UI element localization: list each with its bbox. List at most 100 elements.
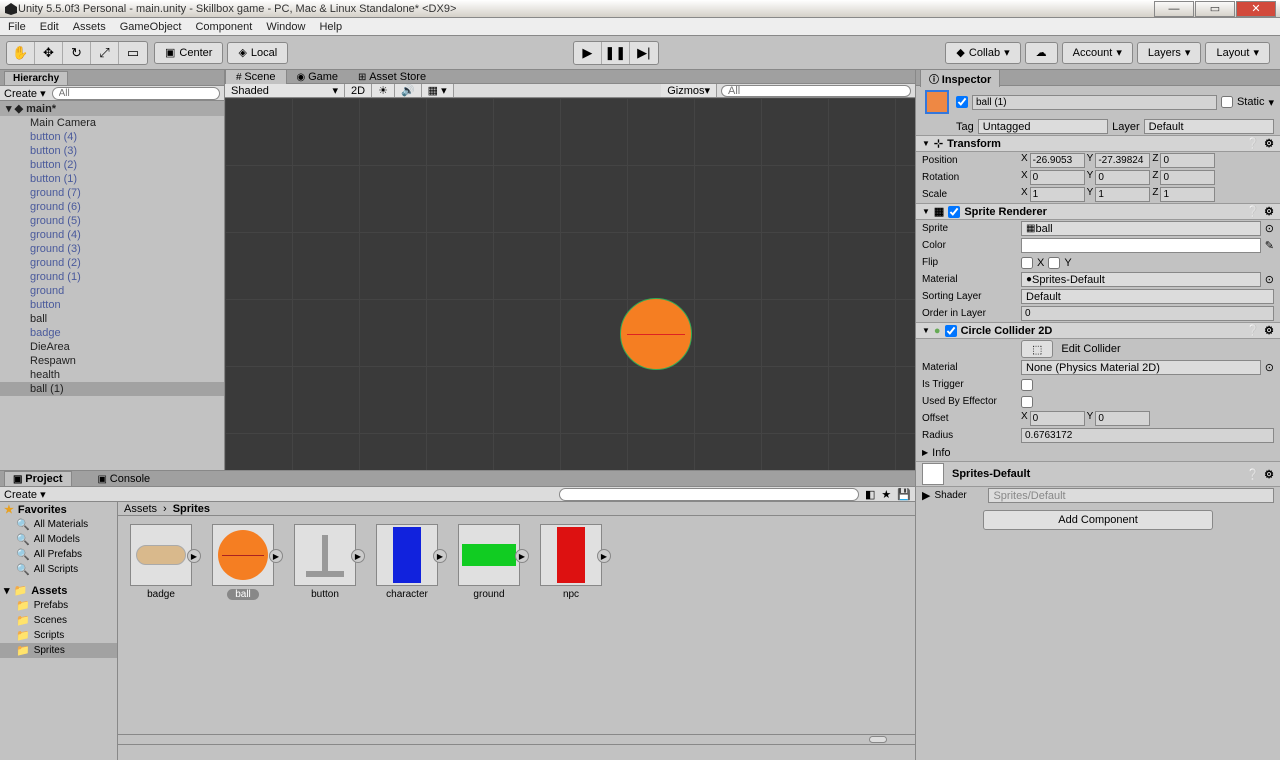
folder-item[interactable]: 📁Prefabs: [0, 598, 117, 613]
scale-z[interactable]: [1160, 187, 1215, 202]
menu-file[interactable]: File: [8, 21, 26, 33]
gameobject-active-checkbox[interactable]: [956, 96, 968, 108]
step-button[interactable]: ▶|: [630, 42, 658, 64]
inspector-tab[interactable]: ⓘ Inspector: [920, 70, 1000, 87]
sprite-renderer-header[interactable]: ▼▦Sprite Renderer❔⚙: [916, 203, 1280, 220]
favorite-item[interactable]: 🔍All Scripts: [0, 562, 117, 577]
scale-y[interactable]: [1095, 187, 1150, 202]
asset-thumbnail[interactable]: ▶ball: [208, 524, 278, 600]
layer-dropdown[interactable]: Default: [1144, 119, 1274, 134]
offset-x[interactable]: [1030, 411, 1085, 426]
star-filter-icon[interactable]: ★: [881, 488, 891, 501]
console-tab[interactable]: ▣ Console: [90, 472, 159, 486]
radius-input[interactable]: [1021, 428, 1274, 443]
scale-x[interactable]: [1030, 187, 1085, 202]
scene-object-ball[interactable]: [620, 298, 692, 370]
project-tab[interactable]: ▣ Project: [4, 471, 72, 486]
hand-tool[interactable]: ✋: [7, 42, 35, 64]
pivot-local-toggle[interactable]: ◈Local: [227, 42, 288, 64]
static-checkbox[interactable]: [1221, 96, 1233, 108]
game-tab[interactable]: ◉ Game: [287, 70, 348, 84]
asset-thumbnail[interactable]: ▶npc: [536, 524, 606, 600]
move-tool[interactable]: ✥: [35, 42, 63, 64]
project-search[interactable]: [559, 488, 859, 501]
hierarchy-item[interactable]: ball: [0, 312, 224, 326]
asset-store-tab[interactable]: ⊞ Asset Store: [348, 70, 436, 84]
add-component-button[interactable]: Add Component: [983, 510, 1213, 530]
edit-collider-button[interactable]: ⬚: [1021, 340, 1053, 358]
is-trigger-checkbox[interactable]: [1021, 379, 1033, 391]
offset-y[interactable]: [1095, 411, 1150, 426]
hierarchy-item[interactable]: Respawn: [0, 354, 224, 368]
asset-thumbnail[interactable]: ▶button: [290, 524, 360, 600]
menu-edit[interactable]: Edit: [40, 21, 59, 33]
folder-item[interactable]: 📁Scripts: [0, 628, 117, 643]
collider-enabled[interactable]: [945, 325, 957, 337]
expand-icon[interactable]: ▶: [515, 549, 529, 563]
asset-thumbnail[interactable]: ▶character: [372, 524, 442, 600]
object-picker-icon[interactable]: ⊙: [1265, 273, 1274, 286]
hierarchy-item[interactable]: button: [0, 298, 224, 312]
gear-icon[interactable]: ⚙: [1264, 324, 1274, 337]
pause-button[interactable]: ❚❚: [602, 42, 630, 64]
hierarchy-item[interactable]: DieArea: [0, 340, 224, 354]
info-foldout[interactable]: ▶Info: [916, 444, 1280, 461]
menu-gameobject[interactable]: GameObject: [120, 21, 182, 33]
rect-tool[interactable]: ▭: [119, 42, 147, 64]
expand-icon[interactable]: ▶: [433, 549, 447, 563]
hierarchy-item[interactable]: button (3): [0, 144, 224, 158]
rotation-z[interactable]: [1160, 170, 1215, 185]
hierarchy-item[interactable]: ground (6): [0, 200, 224, 214]
assets-header[interactable]: ▾ 📁Assets: [0, 583, 117, 598]
material-header[interactable]: Sprites-Default❔⚙: [916, 461, 1280, 487]
hierarchy-item[interactable]: ball (1): [0, 382, 224, 396]
fx-toggle[interactable]: ▦ ▾: [422, 84, 454, 97]
used-by-effector-checkbox[interactable]: [1021, 396, 1033, 408]
circle-collider-header[interactable]: ▼●Circle Collider 2D❔⚙: [916, 322, 1280, 339]
favorite-item[interactable]: 🔍All Materials: [0, 517, 117, 532]
hierarchy-tab[interactable]: Hierarchy: [4, 71, 68, 85]
favorites-header[interactable]: ★Favorites: [0, 502, 117, 517]
help-icon[interactable]: ❔: [1246, 205, 1260, 218]
layers-dropdown[interactable]: Layers▾: [1137, 42, 1202, 64]
favorite-item[interactable]: 🔍All Models: [0, 532, 117, 547]
sorting-layer-dropdown[interactable]: Default: [1021, 289, 1274, 304]
scale-tool[interactable]: ⤢: [91, 42, 119, 64]
order-in-layer-input[interactable]: [1021, 306, 1274, 321]
2d-toggle[interactable]: 2D: [345, 84, 372, 97]
filter-icon[interactable]: ◧: [865, 488, 875, 501]
expand-icon[interactable]: ▶: [597, 549, 611, 563]
hierarchy-item[interactable]: button (1): [0, 172, 224, 186]
menu-help[interactable]: Help: [319, 21, 342, 33]
expand-icon[interactable]: ▶: [269, 549, 283, 563]
menu-window[interactable]: Window: [266, 21, 305, 33]
hierarchy-item[interactable]: Main Camera: [0, 116, 224, 130]
gear-icon[interactable]: ⚙: [1264, 137, 1274, 150]
shader-dropdown[interactable]: Sprites/Default: [988, 488, 1274, 503]
sprite-field[interactable]: ▦ ball: [1021, 221, 1261, 236]
hierarchy-item[interactable]: ground: [0, 284, 224, 298]
save-search-icon[interactable]: 💾: [897, 488, 911, 501]
help-icon[interactable]: ❔: [1246, 468, 1260, 481]
menu-assets[interactable]: Assets: [73, 21, 106, 33]
pivot-center-toggle[interactable]: ▣Center: [154, 42, 223, 64]
asset-thumbnail[interactable]: ▶ground: [454, 524, 524, 600]
scene-search[interactable]: [721, 85, 911, 97]
project-create-dropdown[interactable]: Create ▾: [4, 488, 46, 501]
hierarchy-search[interactable]: [52, 87, 220, 100]
hierarchy-item[interactable]: ground (7): [0, 186, 224, 200]
menu-component[interactable]: Component: [195, 21, 252, 33]
rotation-x[interactable]: [1030, 170, 1085, 185]
minimize-button[interactable]: —: [1154, 1, 1194, 17]
folder-item[interactable]: 📁Scenes: [0, 613, 117, 628]
hierarchy-item[interactable]: health: [0, 368, 224, 382]
favorite-item[interactable]: 🔍All Prefabs: [0, 547, 117, 562]
breadcrumb-assets[interactable]: Assets: [124, 503, 157, 515]
transform-header[interactable]: ▼⊹Transform❔⚙: [916, 135, 1280, 152]
hierarchy-item[interactable]: ground (1): [0, 270, 224, 284]
thumbnail-size-slider[interactable]: [118, 734, 915, 744]
material-field[interactable]: ● Sprites-Default: [1021, 272, 1261, 287]
play-button[interactable]: ▶: [574, 42, 602, 64]
position-z[interactable]: [1160, 153, 1215, 168]
physics-material-field[interactable]: None (Physics Material 2D): [1021, 360, 1261, 375]
